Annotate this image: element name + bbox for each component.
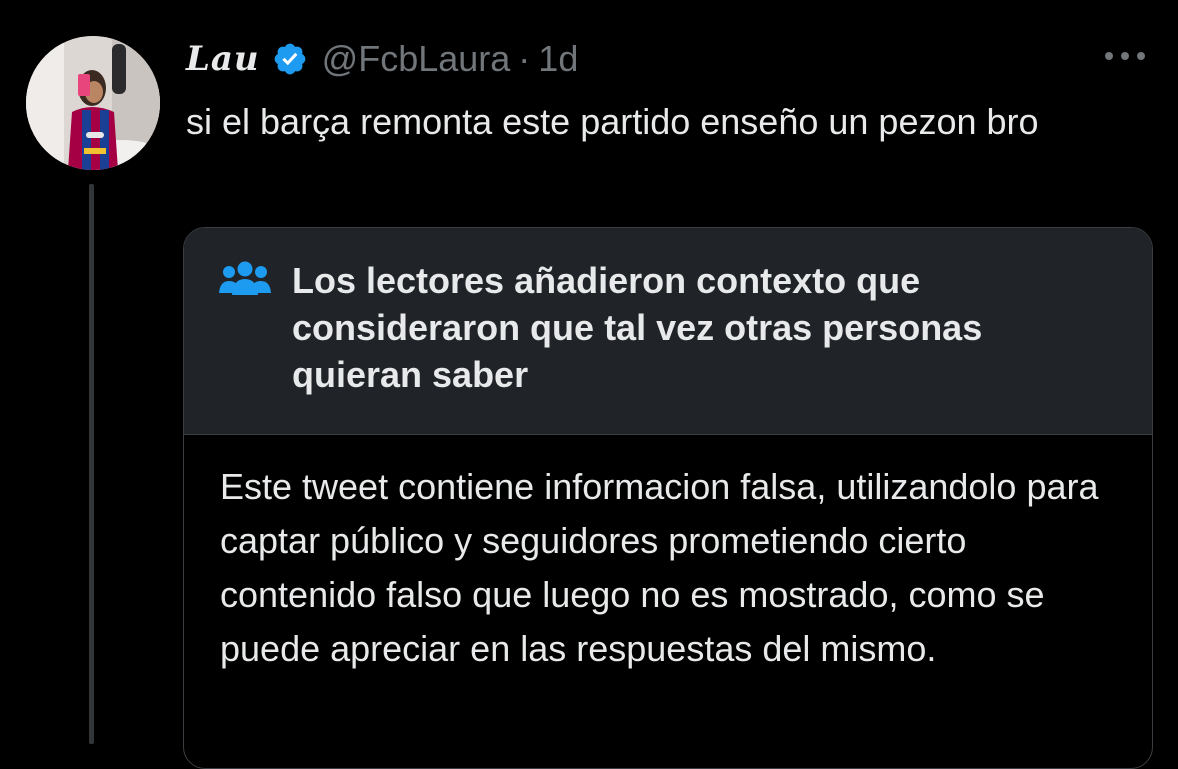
tweet-header: Lau @FcbLaura · 1d — [186, 34, 578, 84]
display-name[interactable]: Lau — [186, 39, 260, 79]
community-note-title: Los lectores añadieron contexto que cons… — [292, 260, 983, 395]
verified-badge-icon — [272, 41, 308, 77]
avatar-photo — [26, 36, 160, 170]
community-note-header: Los lectores añadieron contexto que cons… — [184, 228, 1152, 435]
thread-line — [89, 184, 94, 744]
community-people-icon — [218, 261, 272, 297]
avatar[interactable] — [26, 36, 160, 170]
handle[interactable]: @FcbLaura — [322, 38, 511, 80]
separator-dot: · — [518, 38, 531, 79]
community-note-body: Este tweet contiene informacion falsa, u… — [220, 466, 1099, 669]
tweet[interactable]: Lau @FcbLaura · 1d si el barça remonta e… — [0, 0, 1178, 769]
tweet-text: si el barça remonta este partido enseño … — [186, 101, 1039, 142]
more-options-icon[interactable] — [1098, 40, 1152, 72]
timestamp[interactable]: 1d — [538, 38, 578, 80]
community-note[interactable]: Los lectores añadieron contexto que cons… — [183, 227, 1153, 769]
